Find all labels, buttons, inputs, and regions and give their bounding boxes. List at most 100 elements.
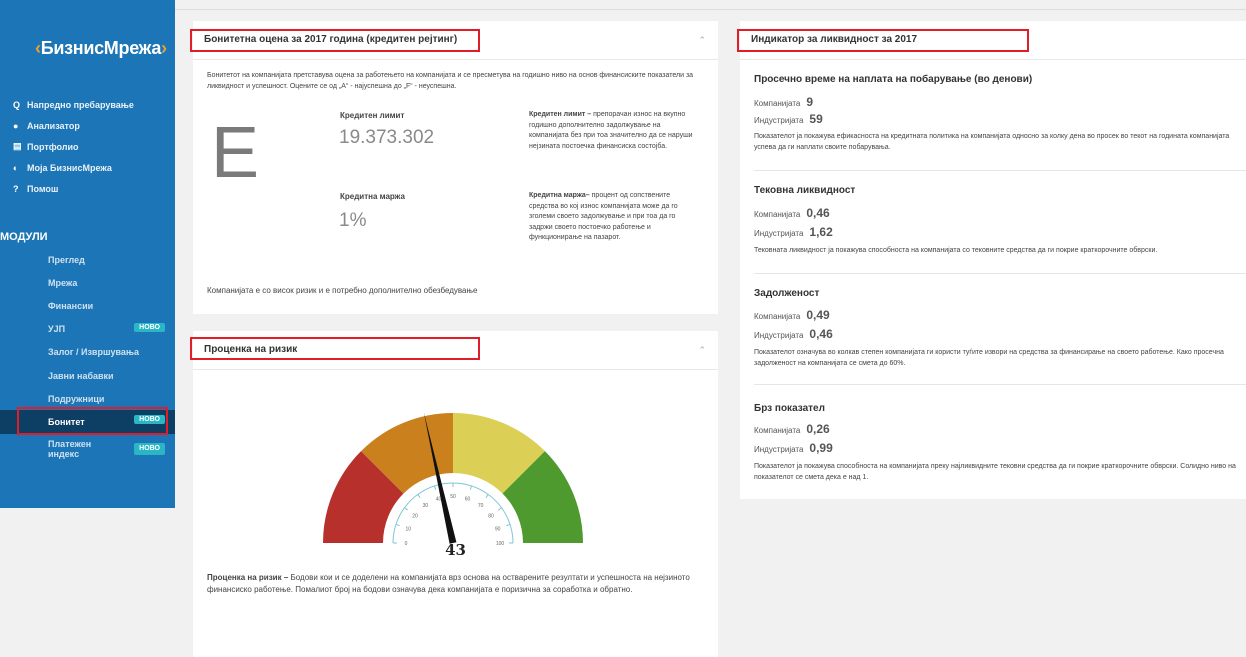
credit-limit-label: Кредитен лимит	[340, 111, 405, 120]
company-row: Компанијата 9	[754, 95, 813, 109]
company-label: Компанијата	[754, 426, 801, 435]
company-label: Компанијата	[754, 210, 801, 219]
module-label: Залог / Извршувања	[48, 347, 140, 358]
risk-panel: Проценка на ризик ⌃ 0 10 20 30 40 50 60 70 80 90 1…	[193, 331, 718, 657]
industry-row: Индустријата 1,62	[754, 225, 833, 239]
section-description: Показателот означува во колкав степен ко…	[754, 349, 1224, 367]
industry-value: 1,62	[809, 225, 833, 239]
new-badge: НОВО	[134, 442, 165, 455]
module-network[interactable]: Мрежа	[0, 271, 175, 294]
nav-my-network[interactable]: ◐ Моја БизнисМрежа	[0, 157, 175, 178]
section-description: Показателот ја покажува способноста на к…	[754, 463, 1236, 481]
nav-label: Помош	[27, 183, 59, 194]
nav-help[interactable]: ? Помош	[0, 178, 175, 199]
gauge-tick-label: 30	[423, 503, 429, 509]
credit-margin-description: Кредитна маржа– процент од сопствените с…	[529, 191, 699, 244]
gauge-tick-label: 60	[465, 496, 471, 502]
rating-panel: Бонитетна оцена за 2017 година (кредитен…	[193, 21, 718, 314]
industry-value: 0,99	[809, 441, 833, 455]
section-divider	[754, 170, 1246, 171]
industry-row: Индустријата 59	[754, 112, 823, 126]
section-divider	[754, 273, 1246, 274]
gauge-tick-label: 50	[450, 494, 456, 500]
module-ujp[interactable]: УЈП НОВО	[0, 318, 175, 341]
logo-text: БизнисМрежа	[40, 38, 162, 58]
module-label: Финансии	[48, 300, 94, 311]
module-label: Јавни набавки	[48, 370, 114, 381]
section-title: Просечно време на наплата на побарување …	[754, 74, 1033, 85]
credit-limit-value: 19.373.302	[339, 127, 435, 148]
nav-label: Напредно пребарување	[27, 99, 134, 110]
module-public-procurement[interactable]: Јавни набавки	[0, 364, 175, 387]
section-title: Тековна ликвидност	[754, 185, 856, 196]
module-label: Подружници	[48, 393, 105, 404]
credit-limit-description: Кредитен лимит – препорачан износ на вку…	[529, 110, 699, 152]
search-icon: Q	[13, 99, 21, 110]
module-pledges[interactable]: Залог / Извршувања	[0, 341, 175, 364]
industry-row: Индустријата 0,46	[754, 327, 833, 341]
nav-analyzer[interactable]: ● Анализатор	[0, 115, 175, 136]
rating-footer: Компанијата е со висок ризик и е потребн…	[207, 286, 478, 295]
industry-label: Индустријата	[754, 445, 804, 454]
module-label: Мрежа	[48, 277, 78, 288]
module-label: Преглед	[48, 254, 85, 265]
highlight-box-bonitet	[17, 407, 168, 435]
company-value: 0,26	[806, 422, 830, 436]
nav-label: Портфолио	[27, 141, 79, 152]
risk-gauge: 010203040 50 60708090100	[323, 412, 583, 547]
industry-label: Индустријата	[754, 116, 804, 125]
nav-label: Анализатор	[27, 120, 80, 131]
logo[interactable]: ‹БизнисМрежа›	[35, 38, 167, 59]
section-title: Брз показател	[754, 403, 825, 414]
company-row: Компанијата 0,46	[754, 206, 830, 220]
liquidity-panel: Индикатор за ликвидност за 2017 Просечно…	[740, 21, 1246, 499]
industry-label: Индустријата	[754, 229, 804, 238]
module-finances[interactable]: Финансии	[0, 294, 175, 317]
section-title: Задолженост	[754, 288, 820, 299]
section-description: Показателот ја покажува ефикасноста на к…	[754, 133, 1230, 151]
credit-margin-desc-title: Кредитна маржа–	[529, 192, 590, 199]
module-overview[interactable]: Преглед	[0, 248, 175, 271]
logo-tail: ›	[161, 38, 167, 58]
gauge-tick-label: 90	[495, 526, 501, 532]
company-row: Компанијата 0,26	[754, 422, 830, 436]
industry-label: Индустријата	[754, 331, 804, 340]
industry-value: 59	[809, 112, 823, 126]
section-description: Тековната ликвидност ја покажува способн…	[754, 247, 1158, 254]
highlight-box-risk-title	[190, 337, 480, 360]
collapse-chevron-icon[interactable]: ⌃	[698, 35, 706, 46]
gauge-tick-label: 10	[406, 526, 412, 532]
company-value: 0,49	[806, 308, 830, 322]
credit-limit-desc-title: Кредитен лимит –	[529, 111, 592, 118]
modules-heading: МОДУЛИ	[0, 231, 48, 243]
risk-score: 43	[445, 541, 466, 559]
highlight-box-liquidity-title	[737, 29, 1029, 52]
company-value: 9	[806, 95, 814, 109]
company-label: Компанијата	[754, 312, 801, 321]
rating-intro: Бонитетот на компанијата претставува оце…	[207, 72, 694, 90]
module-label: индекс	[48, 448, 80, 459]
company-label: Компанијата	[754, 99, 801, 108]
section-divider	[754, 384, 1246, 385]
nav-portfolio[interactable]: ▤ Портфолио	[0, 136, 175, 157]
risk-desc-title: Проценка на ризик –	[207, 573, 289, 582]
industry-value: 0,46	[809, 327, 833, 341]
module-label: УЈП	[48, 324, 66, 335]
nav-advanced-search[interactable]: Q Напредно пребарување	[0, 94, 175, 115]
company-row: Компанијата 0,49	[754, 308, 830, 322]
gauge-tick-label: 70	[478, 503, 484, 509]
gauge-tick-label: 80	[488, 513, 494, 519]
top-divider	[175, 9, 1246, 10]
industry-row: Индустријата 0,99	[754, 441, 833, 455]
info-icon: ●	[13, 120, 19, 131]
risk-description: Проценка на ризик – Бодови кои и се доде…	[207, 572, 707, 596]
credit-margin-desc-text: процент од сопствените средства во кој и…	[529, 192, 678, 241]
new-badge: НОВО	[134, 322, 165, 332]
credit-margin-value: 1%	[339, 210, 367, 231]
module-payment-index[interactable]: Платежен индекс НОВО	[0, 434, 175, 464]
sidebar-nav: Q Напредно пребарување ● Анализатор ▤ Портф…	[0, 94, 175, 199]
collapse-chevron-icon[interactable]: ⌃	[698, 345, 706, 356]
company-value: 0,46	[806, 206, 830, 220]
module-label: Платежен	[48, 438, 92, 449]
credit-margin-label: Кредитна маржа	[340, 192, 405, 201]
